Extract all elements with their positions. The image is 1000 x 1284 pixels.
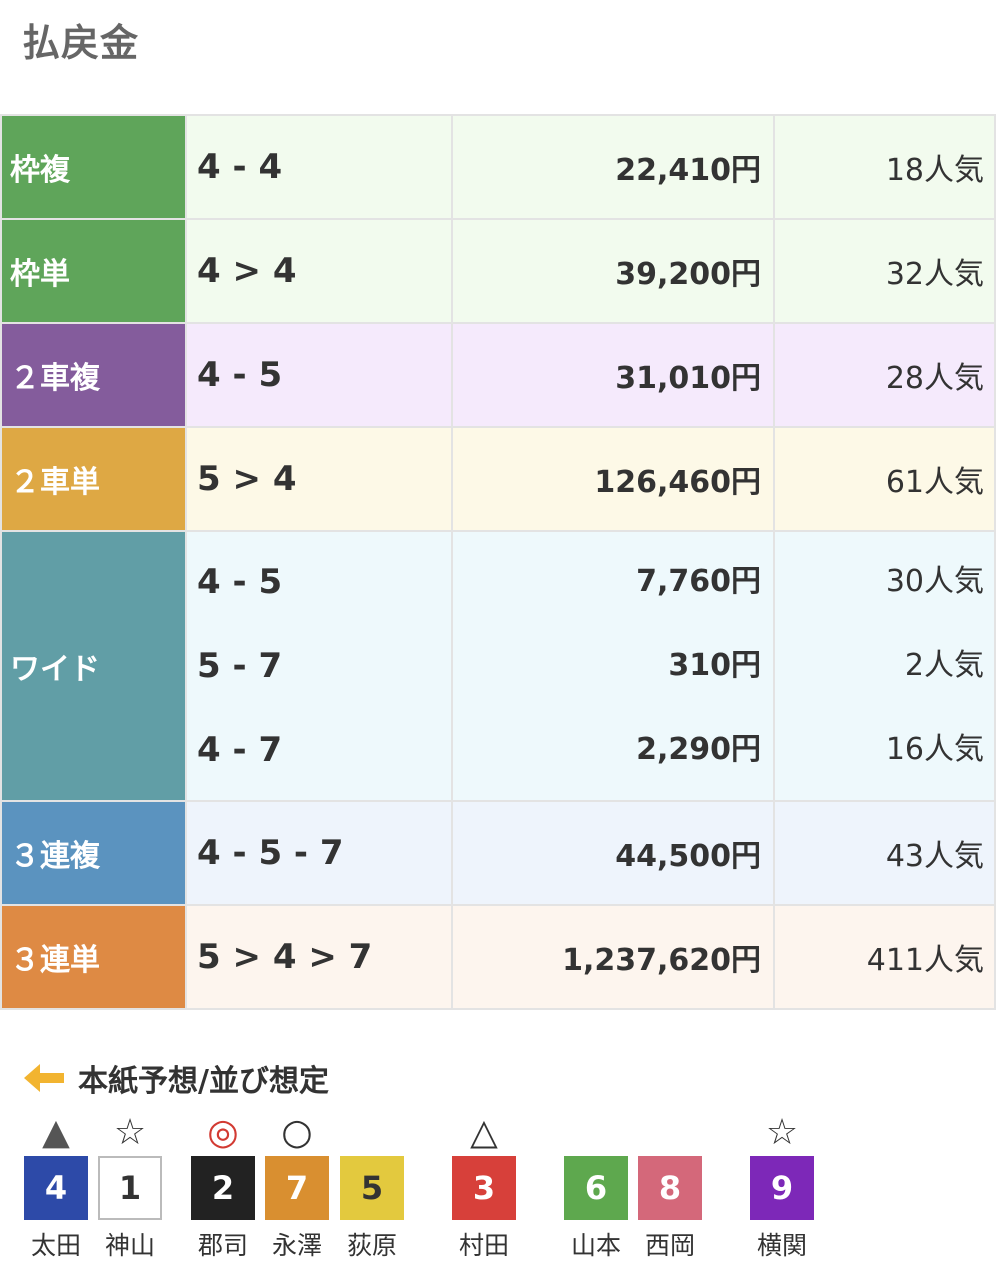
amount-cell: 1,237,620円 xyxy=(451,904,775,1010)
bet-type-label: ２車単 xyxy=(0,426,187,532)
combo-value: 5 - 7 xyxy=(197,646,283,686)
bet-type-label: ２車複 xyxy=(0,322,187,428)
bet-type-label: 枠単 xyxy=(0,218,187,324)
prediction-mark: ○ xyxy=(281,1111,313,1153)
amount-cell: 7,760円 310円 2,290円 xyxy=(451,530,775,802)
bet-type-label: ワイド xyxy=(0,530,187,802)
amount-value: 2,290円 xyxy=(636,732,761,767)
racer-lineup: ▲ 4 太田 ☆ 1 神山 ◎ 2 郡司 ○ 7 永澤 5 荻原 △ 3 村田 6 山本 8 西岡 ☆ 9 横関 xyxy=(0,1112,1000,1272)
payout-row: 枠複 4 - 4 22,410円 18人気 xyxy=(0,114,996,220)
amount-cell: 126,460円 xyxy=(451,426,775,532)
amount-value: 7,760円 xyxy=(636,564,761,599)
combo-cell: 4 - 5 - 7 xyxy=(185,800,453,906)
racer-number: 3 xyxy=(452,1156,516,1220)
amount-cell: 39,200円 xyxy=(451,218,775,324)
combo-cell: 4 - 4 xyxy=(185,114,453,220)
prediction-mark xyxy=(340,1112,404,1152)
page-title: 払戻金 xyxy=(22,21,140,65)
racer-number: 9 xyxy=(750,1156,814,1220)
prediction-title: 本紙予想/並び想定 xyxy=(78,1064,329,1099)
payout-row: ２車複 4 - 5 31,010円 28人気 xyxy=(0,322,996,428)
racer-name: 横関 xyxy=(756,1231,807,1260)
popularity-cell: 411人気 xyxy=(773,904,996,1010)
racer-card: 6 山本 xyxy=(564,1112,628,1262)
amount-cell: 22,410円 xyxy=(451,114,775,220)
prediction-mark: △ xyxy=(470,1111,498,1153)
arrow-left-icon xyxy=(24,1064,64,1092)
bet-type-label: 枠複 xyxy=(0,114,187,220)
racer-number: 2 xyxy=(191,1156,255,1220)
combo-cell: 5 > 4 xyxy=(185,426,453,532)
combo-cell: 4 - 5 xyxy=(185,322,453,428)
payout-row: ３連複 4 - 5 - 7 44,500円 43人気 xyxy=(0,800,996,906)
payout-row: ３連単 5 > 4 > 7 1,237,620円 411人気 xyxy=(0,904,996,1010)
popularity-value: 16人気 xyxy=(885,732,984,767)
racer-card: 8 西岡 xyxy=(638,1112,702,1262)
payout-row: ワイド 4 - 5 5 - 7 4 - 7 7,760円 310円 2,290円 30人気 2人… xyxy=(0,530,996,802)
popularity-cell: 30人気 2人気 16人気 xyxy=(773,530,996,802)
combo-cell: 4 - 5 5 - 7 4 - 7 xyxy=(185,530,453,802)
popularity-cell: 61人気 xyxy=(773,426,996,532)
combo-value: 4 - 5 xyxy=(197,562,283,602)
racer-card: △ 3 村田 xyxy=(452,1112,516,1262)
racer-card: ▲ 4 太田 xyxy=(24,1112,88,1262)
popularity-cell: 18人気 xyxy=(773,114,996,220)
racer-name: 西岡 xyxy=(644,1231,695,1260)
popularity-cell: 32人気 xyxy=(773,218,996,324)
racer-number: 7 xyxy=(265,1156,329,1220)
combo-cell: 4 > 4 xyxy=(185,218,453,324)
prediction-mark: ▲ xyxy=(42,1111,70,1153)
popularity-cell: 43人気 xyxy=(773,800,996,906)
popularity-cell: 28人気 xyxy=(773,322,996,428)
amount-cell: 44,500円 xyxy=(451,800,775,906)
combo-value: 4 - 7 xyxy=(197,730,283,770)
racer-name: 荻原 xyxy=(346,1231,397,1260)
payout-row: ２車単 5 > 4 126,460円 61人気 xyxy=(0,426,996,532)
payout-table: 枠複 4 - 4 22,410円 18人気 枠単 4 > 4 39,200円 32人気 ２車複 4… xyxy=(0,114,996,1010)
racer-card: ◎ 2 郡司 xyxy=(191,1112,255,1262)
prediction-header: 本紙予想/並び想定 xyxy=(24,1058,329,1099)
prediction-mark: ☆ xyxy=(113,1111,147,1153)
combo-cell: 5 > 4 > 7 xyxy=(185,904,453,1010)
prediction-mark xyxy=(638,1112,702,1152)
amount-cell: 31,010円 xyxy=(451,322,775,428)
bet-type-label: ３連単 xyxy=(0,904,187,1010)
racer-number: 1 xyxy=(98,1156,162,1220)
bet-type-label: ３連複 xyxy=(0,800,187,906)
racer-number: 5 xyxy=(340,1156,404,1220)
prediction-mark: ◎ xyxy=(207,1111,239,1153)
payout-row: 枠単 4 > 4 39,200円 32人気 xyxy=(0,218,996,324)
prediction-mark xyxy=(564,1112,628,1152)
popularity-value: 30人気 xyxy=(885,564,984,599)
amount-value: 310円 xyxy=(668,648,761,683)
racer-name: 神山 xyxy=(104,1231,155,1260)
racer-card: ☆ 1 神山 xyxy=(98,1112,162,1262)
racer-name: 村田 xyxy=(458,1231,509,1260)
racer-number: 4 xyxy=(24,1156,88,1220)
racer-card: 5 荻原 xyxy=(340,1112,404,1262)
popularity-value: 2人気 xyxy=(904,648,984,683)
racer-card: ☆ 9 横関 xyxy=(750,1112,814,1262)
prediction-mark: ☆ xyxy=(765,1111,799,1153)
racer-card: ○ 7 永澤 xyxy=(265,1112,329,1262)
racer-number: 6 xyxy=(564,1156,628,1220)
racer-number: 8 xyxy=(638,1156,702,1220)
